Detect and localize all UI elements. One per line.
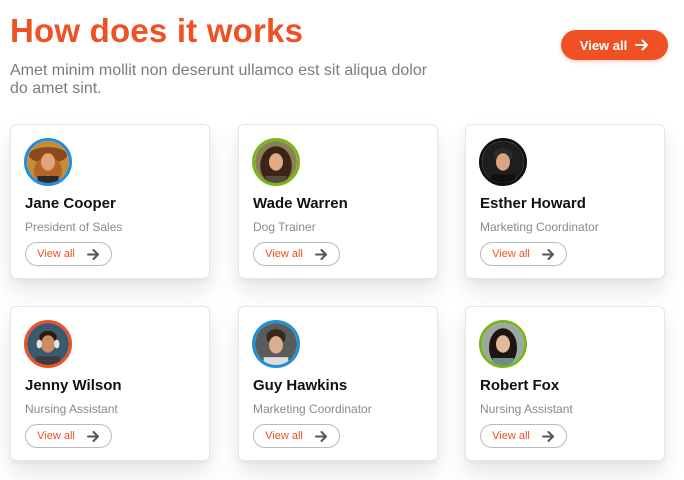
member-role: President of Sales	[25, 220, 123, 234]
card-view-all-button[interactable]: View all	[253, 424, 340, 448]
member-role: Marketing Coordinator	[480, 220, 599, 234]
avatar	[252, 138, 300, 186]
card-view-all-label: View all	[492, 248, 530, 260]
member-name: Jane Cooper	[25, 195, 116, 212]
how-it-works-section: How does it works Amet minim mollit non …	[0, 0, 684, 480]
avatar	[479, 320, 527, 368]
card-view-all-button[interactable]: View all	[253, 242, 340, 266]
arrow-right-icon	[541, 430, 555, 442]
arrow-right-icon	[314, 248, 328, 260]
member-name: Robert Fox	[480, 377, 560, 394]
card-view-all-label: View all	[265, 248, 303, 260]
section-subtitle: Amet minim mollit non deserunt ullamco e…	[10, 62, 428, 97]
card-view-all-label: View all	[492, 430, 530, 442]
avatar	[24, 320, 72, 368]
member-name: Guy Hawkins	[253, 377, 348, 394]
team-card: Wade Warren Dog Trainer View all	[238, 124, 438, 279]
team-card: Robert Fox Nursing Assistant View all	[465, 306, 665, 461]
member-name: Jenny Wilson	[25, 377, 122, 394]
member-role: Nursing Assistant	[25, 402, 118, 416]
arrow-right-icon	[314, 430, 328, 442]
view-all-button[interactable]: View all	[561, 30, 668, 60]
team-card: Jane Cooper President of Sales View all	[10, 124, 210, 279]
member-role: Dog Trainer	[253, 220, 316, 234]
section-title: How does it works	[10, 12, 304, 49]
member-role: Nursing Assistant	[480, 402, 573, 416]
team-card: Guy Hawkins Marketing Coordinator View a…	[238, 306, 438, 461]
member-name: Esther Howard	[480, 195, 586, 212]
view-all-label: View all	[579, 37, 628, 53]
card-view-all-button[interactable]: View all	[25, 424, 112, 448]
arrow-right-icon	[635, 39, 649, 51]
card-view-all-button[interactable]: View all	[480, 242, 567, 266]
avatar	[24, 138, 72, 186]
member-role: Marketing Coordinator	[253, 402, 372, 416]
team-card: Jenny Wilson Nursing Assistant View all	[10, 306, 210, 461]
avatar	[252, 320, 300, 368]
team-card: Esther Howard Marketing Coordinator View…	[465, 124, 665, 279]
arrow-right-icon	[86, 430, 100, 442]
arrow-right-icon	[541, 248, 555, 260]
member-name: Wade Warren	[253, 195, 348, 212]
arrow-right-icon	[86, 248, 100, 260]
card-view-all-label: View all	[265, 430, 303, 442]
card-view-all-label: View all	[37, 248, 75, 260]
avatar	[479, 138, 527, 186]
card-view-all-button[interactable]: View all	[25, 242, 112, 266]
card-view-all-button[interactable]: View all	[480, 424, 567, 448]
card-view-all-label: View all	[37, 430, 75, 442]
